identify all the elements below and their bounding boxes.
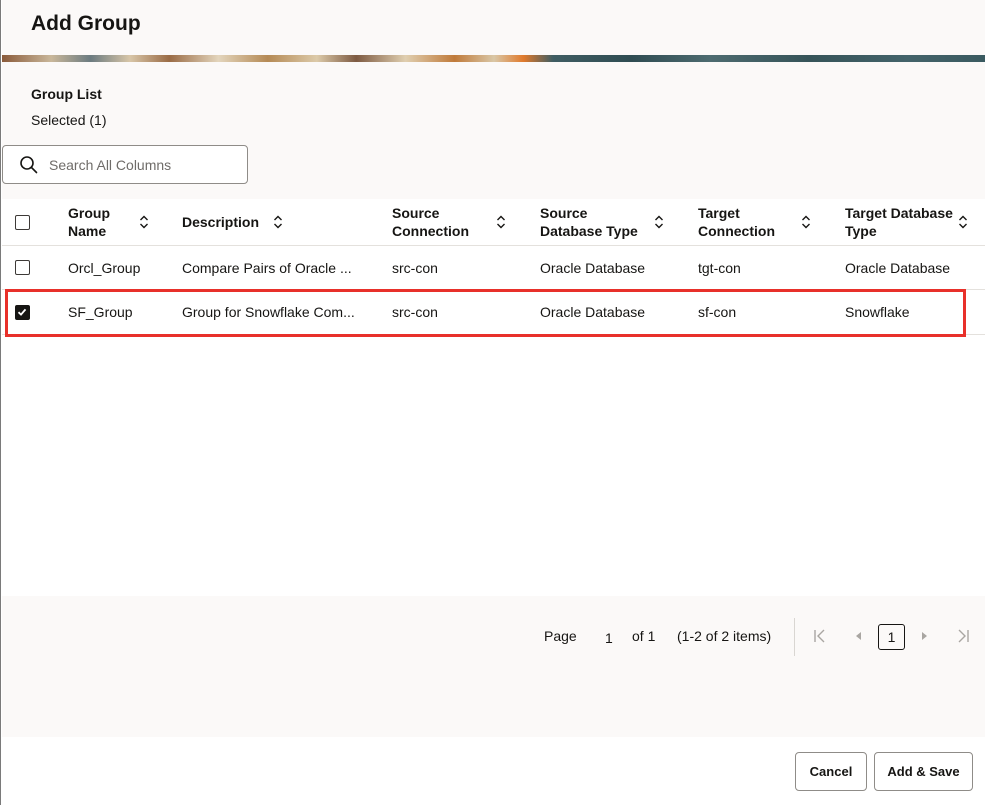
column-header-label: Source Connection [392,205,469,239]
first-page-icon[interactable] [811,626,829,646]
column-header-description[interactable]: Description [182,199,372,245]
cell-description: Compare Pairs of Oracle ... [182,259,352,276]
table-row[interactable]: SF_Group Group for Snowflake Com... src-… [2,290,985,335]
dialog-title: Add Group [31,12,141,35]
previous-page-icon[interactable] [850,626,868,646]
decorative-banner [2,55,985,62]
search-box[interactable] [2,145,248,184]
page-label: Page [544,628,577,644]
selected-count: Selected (1) [31,112,107,128]
row-select-cell [15,246,45,289]
add-group-dialog: Add Group Group List Selected (1) Group … [0,0,985,805]
search-icon [20,156,38,174]
column-header-source-database-type[interactable]: Source Database Type [540,199,680,245]
column-header-label: Group Name [68,205,110,239]
last-page-icon[interactable] [954,626,972,646]
cell-target-db-type: Oracle Database [845,259,951,276]
column-header-source-connection[interactable]: Source Connection [392,199,522,245]
column-header-target-database-type[interactable]: Target Database Type [845,199,985,245]
cell-target-connection: sf-con [698,304,737,320]
row-checkbox[interactable] [15,260,30,275]
dialog-footer: Cancel Add & Save [781,738,985,805]
page-number-input[interactable]: 1 [605,630,613,646]
sort-icon[interactable] [654,215,664,229]
next-page-icon[interactable] [915,626,933,646]
sort-icon[interactable] [496,215,506,229]
cell-group-name: Orcl_Group [68,259,141,276]
column-header-label: Description [182,214,260,230]
column-header-label: Source Database Type [540,205,638,239]
current-page-button[interactable]: 1 [878,624,905,650]
cell-group-name: SF_Group [68,304,133,320]
sort-icon[interactable] [801,215,811,229]
cell-target-connection: tgt-con [698,259,741,276]
table-header-row: Group Name Description Source Connection… [2,199,985,246]
sort-icon[interactable] [139,215,149,229]
group-list-title: Group List [31,86,102,102]
dialog-header: Add Group [2,0,985,56]
cell-source-connection: src-con [392,304,438,320]
select-all-cell [15,199,45,245]
select-all-checkbox[interactable] [15,214,30,230]
sort-icon[interactable] [273,215,283,229]
cell-target-db-type: Snowflake [845,304,910,320]
column-header-label: Target Database Type [845,205,953,239]
cancel-button[interactable]: Cancel [795,752,867,791]
page-total-label: of 1 [632,628,656,644]
cell-description: Group for Snowflake Com... [182,304,355,320]
sort-icon[interactable] [958,215,968,229]
items-range-label: (1-2 of 2 items) [677,628,772,644]
add-and-save-button[interactable]: Add & Save [874,752,973,791]
checkmark-icon [17,308,27,316]
row-select-cell [15,290,45,334]
pagination-bar: Page 1 of 1 (1-2 of 2 items) 1 [2,596,985,676]
search-input[interactable] [49,154,239,176]
table-row[interactable]: Orcl_Group Compare Pairs of Oracle ... s… [2,246,985,290]
column-header-label: Target Connection [698,205,775,239]
row-checkbox-checked[interactable] [15,304,30,320]
cell-source-db-type: Oracle Database [540,259,646,276]
pagination-divider [794,618,795,656]
group-table: Group Name Description Source Connection… [2,199,985,596]
column-header-target-connection[interactable]: Target Connection [698,199,828,245]
cell-source-db-type: Oracle Database [540,304,646,320]
cell-source-connection: src-con [392,259,438,276]
column-header-group-name[interactable]: Group Name [68,199,168,245]
